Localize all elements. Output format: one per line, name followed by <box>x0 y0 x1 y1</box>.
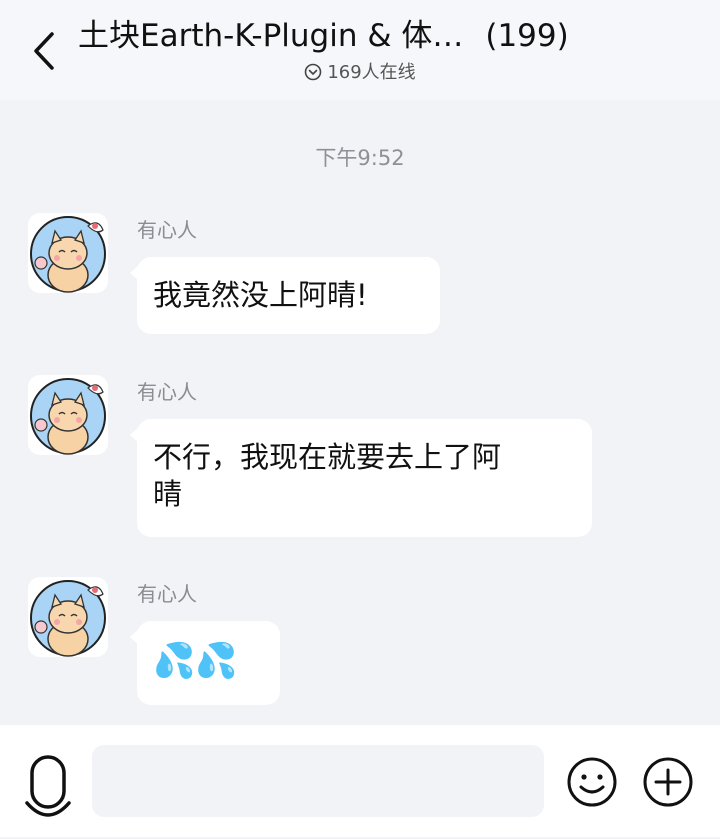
message-text: 我竟然没上阿晴! <box>153 278 368 312</box>
message-text: 💦💦 <box>153 641 238 681</box>
message-bubble[interactable]: 💦💦 <box>130 621 280 705</box>
sender-name: 有心人 <box>137 218 197 242</box>
input-bar <box>0 725 720 837</box>
message-timestamp: 下午9:52 <box>315 146 405 170</box>
message-text-line: 晴 <box>153 477 183 511</box>
sender-name: 有心人 <box>137 380 197 404</box>
cat-avatar-image <box>30 378 106 455</box>
emoji-icon <box>567 757 617 807</box>
online-status[interactable]: 169人在线 <box>0 60 720 86</box>
online-count: 169人在线 <box>327 62 416 83</box>
message-bubble[interactable]: 不行，我现在就要去上了阿 晴 <box>130 419 592 537</box>
avatar[interactable] <box>28 375 108 455</box>
cat-avatar-image <box>30 580 106 657</box>
sender-name: 有心人 <box>137 582 197 606</box>
emoji-button[interactable] <box>566 756 618 808</box>
more-button[interactable] <box>642 756 694 808</box>
group-name: 土块Earth-K-Plugin & 体… <box>78 18 464 54</box>
message-bubble[interactable]: 我竟然没上阿晴! <box>130 257 440 334</box>
cat-avatar-image <box>30 216 106 293</box>
microphone-icon <box>25 755 71 817</box>
avatar[interactable] <box>28 213 108 293</box>
message-text-line: 不行，我现在就要去上了阿 <box>153 440 502 474</box>
voice-button[interactable] <box>22 755 74 835</box>
chevron-circle-icon <box>305 63 322 81</box>
member-count: (199) <box>485 18 569 54</box>
avatar[interactable] <box>28 577 108 657</box>
group-title[interactable]: 土块Earth-K-Plugin & 体… (199) <box>78 14 678 58</box>
chat-header: 土块Earth-K-Plugin & 体… (199) 169人在线 <box>0 0 720 100</box>
plus-icon <box>643 757 693 807</box>
message-input[interactable] <box>92 745 544 817</box>
